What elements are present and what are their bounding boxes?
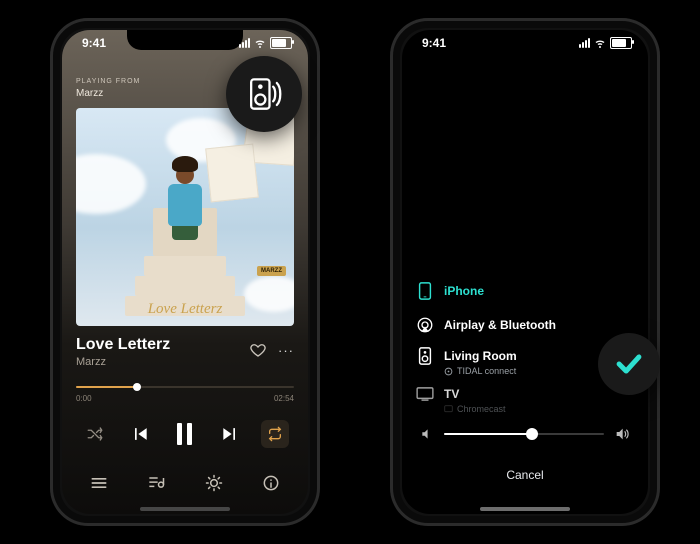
status-bar: 9:41 bbox=[82, 34, 292, 52]
previous-button[interactable] bbox=[126, 420, 154, 448]
speaker-cast-icon bbox=[242, 72, 286, 116]
time-total: 02:54 bbox=[274, 394, 294, 403]
album-art[interactable]: MARZZ Love Letterz bbox=[76, 108, 294, 326]
time-elapsed: 0:00 bbox=[76, 394, 92, 403]
speaker-icon bbox=[418, 347, 432, 365]
wifi-icon bbox=[254, 37, 266, 49]
device-list: iPhone Airplay & Bluetooth Living Room T… bbox=[416, 274, 634, 414]
home-indicator[interactable] bbox=[140, 507, 230, 511]
home-indicator[interactable] bbox=[480, 507, 570, 511]
status-bar: 9:41 bbox=[422, 34, 632, 52]
device-iphone[interactable]: iPhone bbox=[416, 274, 634, 308]
progress-fill bbox=[76, 386, 137, 388]
volume-thumb[interactable] bbox=[526, 428, 538, 440]
tidal-connect-icon bbox=[444, 367, 453, 376]
volume-high-icon bbox=[614, 426, 630, 442]
playing-from-label: PLAYING FROM bbox=[76, 78, 140, 85]
status-icons bbox=[239, 37, 292, 49]
next-icon bbox=[220, 424, 240, 444]
menu-icon bbox=[89, 473, 109, 493]
progress-thumb[interactable] bbox=[133, 383, 141, 391]
playing-from-value[interactable]: Marzz bbox=[76, 88, 103, 99]
volume-slider[interactable] bbox=[444, 433, 604, 435]
volume-row bbox=[420, 426, 630, 442]
repeat-icon bbox=[267, 426, 283, 442]
bottom-toolbar bbox=[62, 462, 308, 504]
album-art-badge: MARZZ bbox=[257, 266, 286, 276]
check-highlight-bubble[interactable] bbox=[598, 333, 660, 395]
device-tv-sub: Chromecast bbox=[444, 404, 634, 414]
chromecast-icon bbox=[444, 405, 453, 414]
pause-button[interactable] bbox=[171, 420, 199, 448]
progress-bar[interactable] bbox=[76, 380, 294, 394]
album-art-title: Love Letterz bbox=[148, 301, 223, 318]
cancel-button[interactable]: Cancel bbox=[402, 468, 648, 482]
battery-icon bbox=[270, 37, 292, 49]
airplay-icon bbox=[416, 316, 434, 334]
phone-player: 9:41 PLAYING FROM Marzz MASTER MARZZ bbox=[50, 18, 320, 526]
more-button[interactable]: ··· bbox=[276, 340, 296, 360]
phone-devices: 9:41 iPhone Airplay & Bluetooth bbox=[390, 18, 660, 526]
status-time: 9:41 bbox=[422, 36, 446, 50]
device-iphone-label: iPhone bbox=[444, 284, 634, 298]
signal-icon bbox=[239, 38, 250, 48]
track-artist[interactable]: Marzz bbox=[76, 356, 106, 368]
volume-low-icon bbox=[420, 427, 434, 441]
status-time: 9:41 bbox=[82, 36, 106, 50]
status-icons bbox=[579, 37, 632, 49]
info-icon bbox=[261, 473, 281, 493]
cast-highlight-bubble[interactable] bbox=[226, 56, 302, 132]
shuffle-icon bbox=[86, 425, 104, 443]
queue-icon bbox=[146, 473, 166, 493]
pause-icon bbox=[177, 423, 192, 445]
heart-icon bbox=[249, 341, 267, 359]
brightness-icon bbox=[204, 473, 224, 493]
phone-icon bbox=[418, 282, 432, 300]
next-button[interactable] bbox=[216, 420, 244, 448]
queue-button[interactable] bbox=[142, 469, 170, 497]
playback-controls bbox=[62, 412, 308, 456]
previous-icon bbox=[130, 424, 150, 444]
signal-icon bbox=[579, 38, 590, 48]
shuffle-button[interactable] bbox=[81, 420, 109, 448]
device-airplay[interactable]: Airplay & Bluetooth bbox=[416, 308, 634, 342]
devices-screen: 9:41 iPhone Airplay & Bluetooth bbox=[402, 30, 648, 514]
tv-icon bbox=[416, 387, 434, 401]
wifi-icon bbox=[594, 37, 606, 49]
info-button[interactable] bbox=[257, 469, 285, 497]
track-title: Love Letterz bbox=[76, 336, 170, 354]
battery-icon bbox=[610, 37, 632, 49]
favorite-button[interactable] bbox=[248, 340, 268, 360]
device-airplay-label: Airplay & Bluetooth bbox=[444, 318, 634, 332]
check-icon bbox=[612, 347, 646, 381]
menu-button[interactable] bbox=[85, 469, 113, 497]
output-button[interactable] bbox=[200, 469, 228, 497]
device-tv-label: TV bbox=[444, 387, 634, 401]
repeat-button[interactable] bbox=[261, 420, 289, 448]
